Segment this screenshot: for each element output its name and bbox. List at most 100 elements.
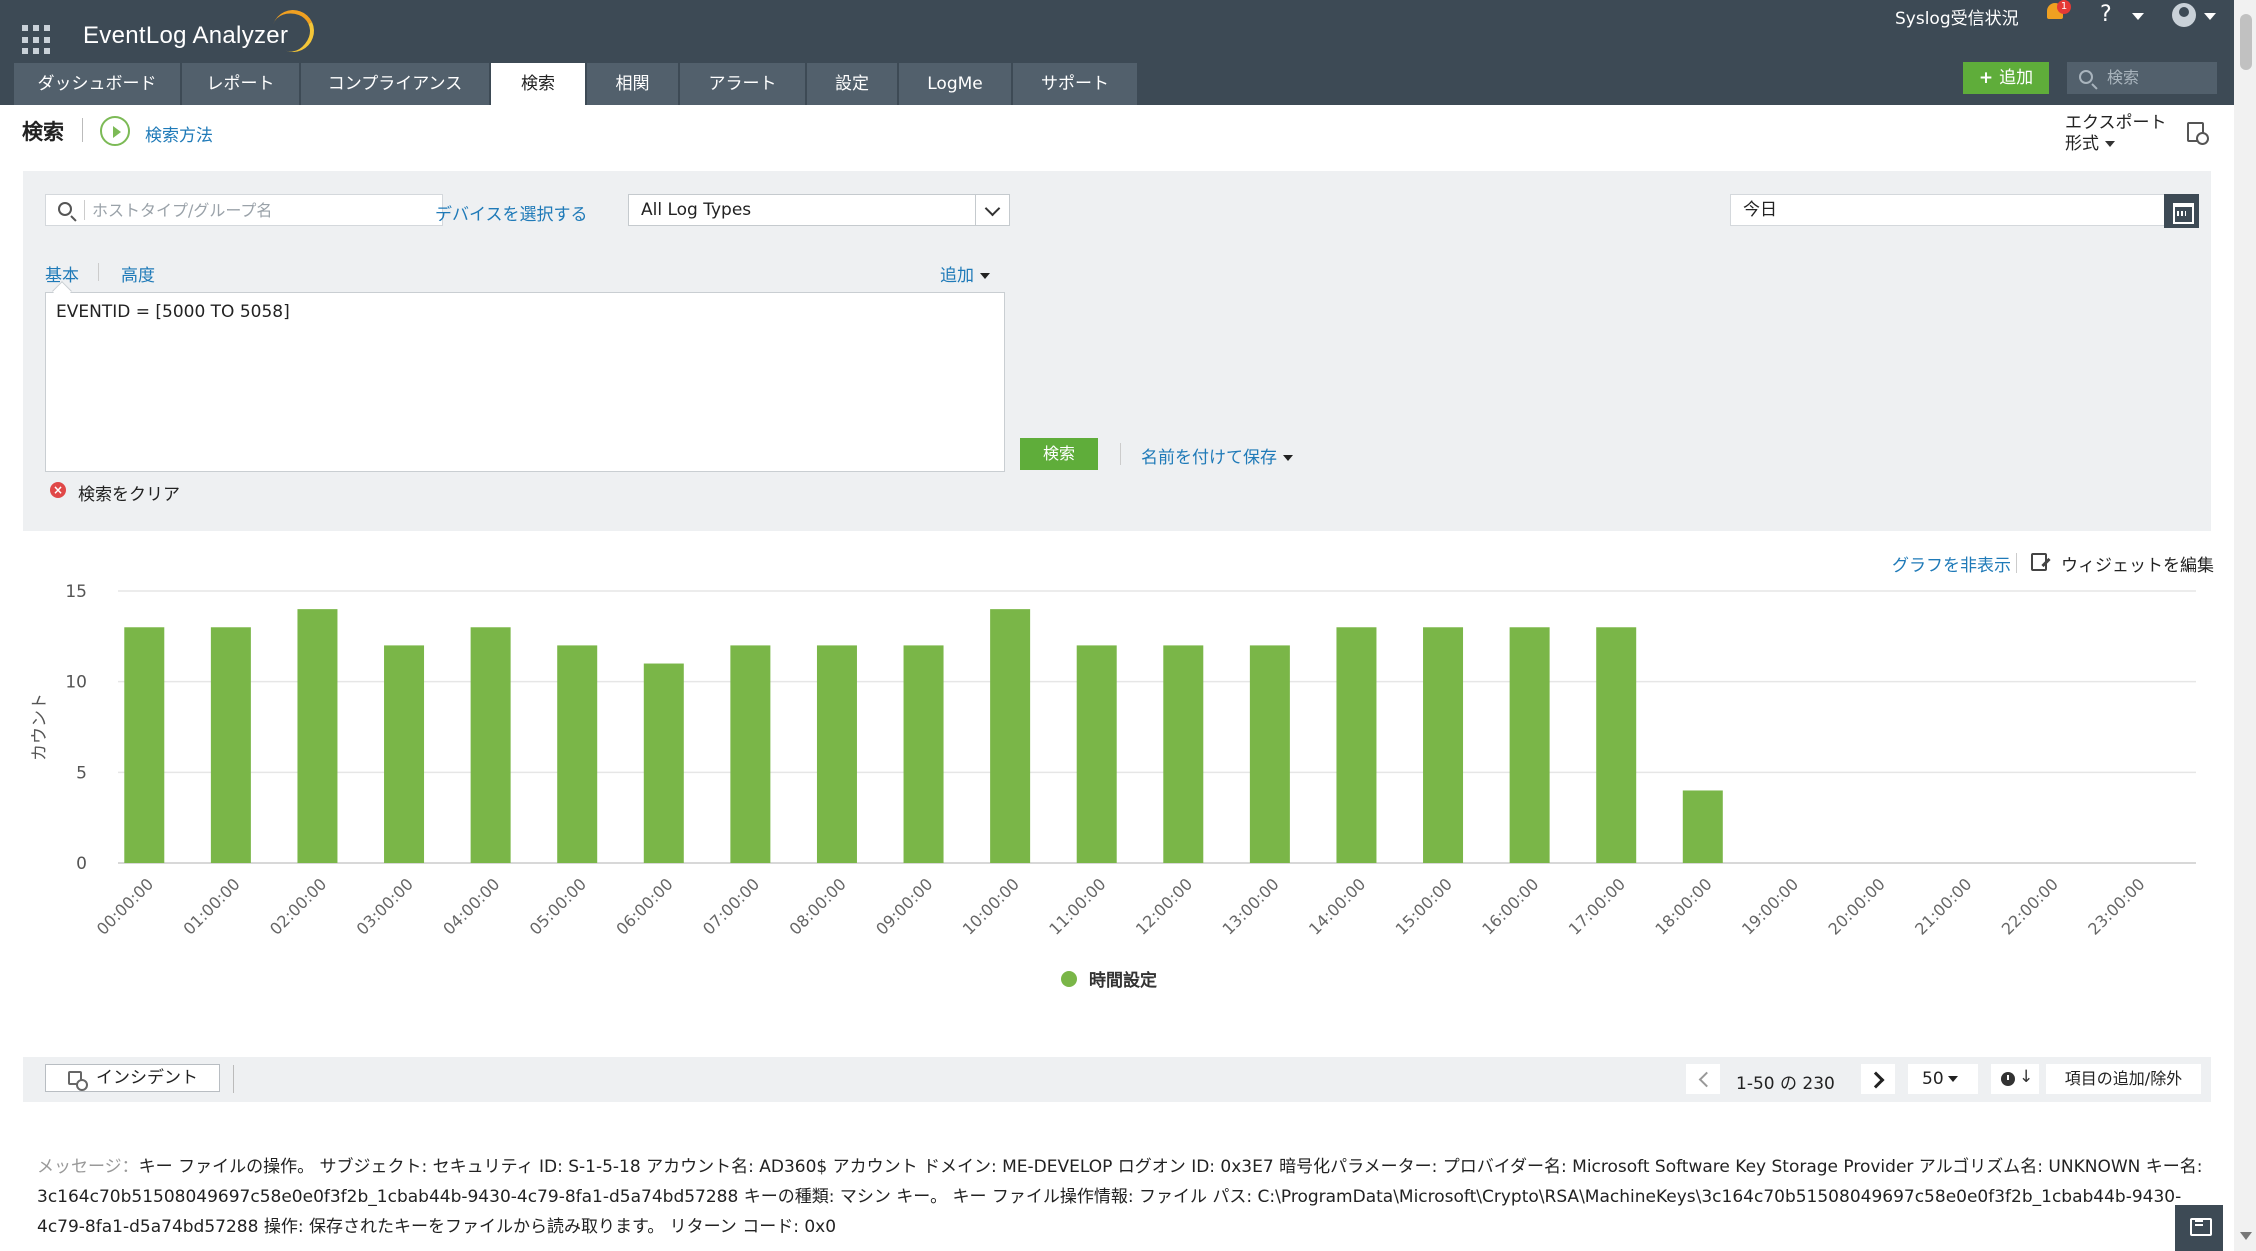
next-page-icon[interactable] bbox=[1861, 1064, 1895, 1094]
log-type-value: All Log Types bbox=[641, 200, 752, 220]
chart-bar bbox=[1336, 627, 1377, 863]
calendar-icon[interactable] bbox=[2164, 194, 2199, 228]
scroll-down-icon[interactable] bbox=[2240, 1232, 2252, 1240]
export-label: エクスポート bbox=[2065, 113, 2167, 133]
chevron-down-icon[interactable] bbox=[975, 195, 1009, 225]
x-tick-label: 03:00:00 bbox=[353, 874, 417, 938]
main-nav: ダッシュボード レポート コンプライアンス 検索 相関 アラート 設定 LogM… bbox=[14, 63, 1139, 105]
date-range-input[interactable]: 今日 bbox=[1730, 194, 2170, 226]
add-remove-columns-button[interactable]: 項目の追加/除外 bbox=[2046, 1064, 2201, 1094]
log-message-row: メッセージ：キー ファイルの操作。 サブジェクト: セキュリティ ID: S-1… bbox=[37, 1152, 2207, 1242]
play-circle-icon[interactable] bbox=[100, 116, 130, 146]
scroll-thumb[interactable] bbox=[2240, 14, 2252, 70]
app-logo[interactable]: EventLog Analyzer bbox=[83, 22, 288, 50]
export-format-menu[interactable]: エクスポート 形式 bbox=[2065, 113, 2167, 155]
page-size-select[interactable]: 50 bbox=[1908, 1064, 1978, 1094]
tab-divider bbox=[98, 263, 99, 281]
x-tick-label: 01:00:00 bbox=[179, 874, 243, 938]
tab-reports[interactable]: レポート bbox=[182, 63, 299, 105]
x-tick-label: 13:00:00 bbox=[1218, 874, 1282, 938]
chart-bar bbox=[557, 645, 598, 863]
chart-bar bbox=[1076, 645, 1117, 863]
y-tick-label: 15 bbox=[65, 582, 87, 602]
message-label: メッセージ： bbox=[37, 1157, 139, 1177]
x-tick-label: 12:00:00 bbox=[1132, 874, 1196, 938]
user-icon[interactable] bbox=[2172, 3, 2196, 27]
help-caret-icon[interactable] bbox=[2132, 13, 2144, 20]
x-tick-label: 23:00:00 bbox=[2084, 874, 2148, 938]
chart-bar bbox=[990, 609, 1031, 863]
tab-advanced[interactable]: 高度 bbox=[121, 261, 155, 286]
y-axis-label: カウント bbox=[30, 693, 50, 761]
chart-bar bbox=[903, 645, 944, 863]
edit-widget-icon[interactable] bbox=[2031, 553, 2047, 571]
x-tick-label: 14:00:00 bbox=[1305, 874, 1369, 938]
global-search-input[interactable]: 検索 bbox=[2067, 62, 2217, 94]
chart-bar bbox=[210, 627, 251, 863]
host-search-input[interactable] bbox=[92, 198, 432, 222]
x-tick-label: 07:00:00 bbox=[699, 874, 763, 938]
clock-sort-icon[interactable]: ↓ bbox=[1991, 1064, 2039, 1094]
add-criteria-menu[interactable]: 追加 bbox=[940, 261, 990, 286]
page-range: 1-50 の 230 bbox=[1736, 1074, 1835, 1094]
x-tick-label: 19:00:00 bbox=[1738, 874, 1802, 938]
x-tick-label: 22:00:00 bbox=[1998, 874, 2062, 938]
how-to-search-link[interactable]: 検索方法 bbox=[145, 121, 213, 146]
caret-down-icon bbox=[980, 273, 990, 279]
x-tick-label: 06:00:00 bbox=[612, 874, 676, 938]
notification-badge: 1 bbox=[2057, 0, 2071, 14]
x-tick-label: 00:00:00 bbox=[93, 874, 157, 938]
event-count-chart: 0 5 10 15 カウント 00:00:00 01:00:00 02:00:00 03:00:… bbox=[30, 582, 2196, 991]
tab-settings[interactable]: 設定 bbox=[807, 63, 897, 105]
vertical-scrollbar[interactable] bbox=[2234, 0, 2256, 1251]
x-tick-label: 20:00:00 bbox=[1825, 874, 1889, 938]
host-search-field[interactable] bbox=[45, 194, 443, 226]
message-text: キー ファイルの操作。 サブジェクト: セキュリティ ID: S-1-5-18 … bbox=[37, 1157, 2203, 1237]
prev-page-icon[interactable] bbox=[1686, 1064, 1720, 1094]
tab-logme[interactable]: LogMe bbox=[899, 63, 1011, 105]
tab-alerts[interactable]: アラート bbox=[680, 63, 805, 105]
x-tick-label: 18:00:00 bbox=[1651, 874, 1715, 938]
page-size-value: 50 bbox=[1922, 1069, 1944, 1089]
chart-bar bbox=[1423, 627, 1464, 863]
hide-graph-link[interactable]: グラフを非表示 bbox=[1892, 551, 2011, 576]
tab-support[interactable]: サポート bbox=[1013, 63, 1137, 105]
query-text[interactable]: EVENTID = [5000 TO 5058] bbox=[56, 302, 290, 322]
search-button[interactable]: 検索 bbox=[1020, 438, 1098, 470]
widget-divider bbox=[2016, 553, 2017, 573]
clear-search-link[interactable]: 検索をクリア bbox=[78, 480, 180, 505]
chart-bar bbox=[816, 645, 857, 863]
legend-label: 時間設定 bbox=[1089, 970, 1157, 991]
incident-label: インシデント bbox=[96, 1068, 198, 1088]
tab-correlation[interactable]: 相関 bbox=[587, 63, 678, 105]
user-caret-icon[interactable] bbox=[2204, 13, 2216, 20]
clear-icon[interactable]: × bbox=[50, 482, 66, 498]
x-tick-label: 04:00:00 bbox=[439, 874, 503, 938]
x-tick-label: 11:00:00 bbox=[1045, 874, 1109, 938]
log-type-select[interactable]: All Log Types bbox=[628, 194, 1010, 226]
results-toolbar: インシデント 1-50 の 230 50 ↓ 項目の追加/除外 bbox=[23, 1057, 2211, 1102]
save-as-menu[interactable]: 名前を付けて保存 bbox=[1141, 443, 1293, 468]
x-tick-label: 05:00:00 bbox=[526, 874, 590, 938]
y-tick-label: 10 bbox=[65, 673, 87, 693]
global-search-placeholder: 検索 bbox=[2107, 68, 2140, 87]
export-schedule-icon[interactable] bbox=[2187, 122, 2209, 145]
apps-grid-icon[interactable] bbox=[22, 25, 52, 55]
help-icon[interactable]: ? bbox=[2100, 2, 2112, 27]
sort-arrow-icon: ↓ bbox=[2019, 1067, 2034, 1087]
tab-compliance[interactable]: コンプライアンス bbox=[301, 63, 489, 105]
chart-bar bbox=[643, 663, 684, 863]
chart-bar bbox=[470, 627, 511, 863]
bell-icon[interactable]: 1 bbox=[2045, 0, 2071, 25]
edit-widget-link[interactable]: ウィジェットを編集 bbox=[2061, 551, 2214, 576]
add-button[interactable]: + 追加 bbox=[1963, 62, 2049, 94]
syslog-status-link[interactable]: Syslog受信状況 bbox=[1895, 4, 2019, 34]
chart-bar bbox=[1596, 627, 1637, 863]
incident-button[interactable]: インシデント bbox=[45, 1064, 220, 1092]
select-devices-link[interactable]: デバイスを選択する bbox=[435, 200, 588, 225]
tab-search[interactable]: 検索 bbox=[491, 63, 585, 105]
tab-dashboard[interactable]: ダッシュボード bbox=[14, 63, 180, 105]
add-button-label: 追加 bbox=[1999, 68, 2034, 88]
x-tick-label: 17:00:00 bbox=[1565, 874, 1629, 938]
chat-icon[interactable] bbox=[2175, 1205, 2223, 1251]
